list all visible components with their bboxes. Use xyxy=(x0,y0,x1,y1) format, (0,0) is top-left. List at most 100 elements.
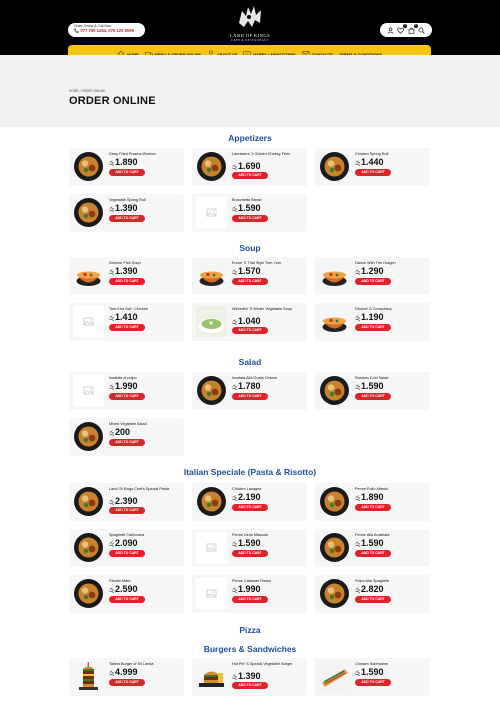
product-name[interactable]: Mixed Vegitable Salad xyxy=(109,422,182,426)
add-to-cart-button[interactable]: ADD TO CART xyxy=(232,215,268,222)
product-card[interactable]: Insalata di polpo රු1.990 ADD TO CART xyxy=(69,372,184,410)
product-card[interactable]: Deep Fried Prawns Wonton රු1.890 ADD TO CA… xyxy=(69,148,184,186)
product-name[interactable]: Chicken Spring Roll xyxy=(355,152,428,156)
product-card[interactable]: Winterfell' S Winter Vegetable Soup රු1.0… xyxy=(192,303,307,341)
product-name[interactable]: Spaghetti Carbonara xyxy=(109,533,182,537)
phone-numbers[interactable]: 📞 077 790 1264, 070 120 9099 xyxy=(74,28,139,34)
product-image[interactable] xyxy=(195,531,227,564)
product-card[interactable]: Penne Calamari Rosso රු1.990 ADD TO CART xyxy=(192,575,307,613)
product-name[interactable]: Dhorne' S Conspiracy xyxy=(355,307,428,311)
product-image[interactable] xyxy=(318,374,350,407)
product-name[interactable]: Russian Cold Salad xyxy=(355,376,428,380)
product-card[interactable]: Bruschetta Bread රු1.590 ADD TO CART xyxy=(192,194,307,232)
add-to-cart-button[interactable]: ADD TO CART xyxy=(232,596,268,603)
product-name[interactable]: Risotto Mare xyxy=(109,579,182,583)
product-name[interactable]: Tallest Burger of Sri Lanka xyxy=(109,662,182,666)
product-name[interactable]: Penne Alla Arrabiata xyxy=(355,533,428,537)
product-name[interactable]: Polpo Alla Spaghetti xyxy=(355,579,428,583)
product-image[interactable] xyxy=(318,150,350,183)
product-image[interactable] xyxy=(72,196,104,229)
product-name[interactable]: Insalata di polpo xyxy=(109,376,182,380)
product-name[interactable]: Deep Fried Prawns Wonton xyxy=(109,152,182,156)
product-name[interactable]: Tom Kha Gai~ Chicken xyxy=(109,307,182,311)
product-image[interactable] xyxy=(72,420,104,453)
add-to-cart-button[interactable]: ADD TO CART xyxy=(109,215,145,222)
add-to-cart-button[interactable]: ADD TO CART xyxy=(109,439,145,446)
add-to-cart-button[interactable]: ADD TO CART xyxy=(355,550,391,557)
add-to-cart-button[interactable]: ADD TO CART xyxy=(109,550,145,557)
product-name[interactable]: Penne Pollo Alfredo xyxy=(355,487,428,491)
add-to-cart-button[interactable]: ADD TO CART xyxy=(232,550,268,557)
product-name[interactable]: Hot Pie' S Special Vegetable Burger xyxy=(232,662,305,666)
add-to-cart-button[interactable]: ADD TO CART xyxy=(355,324,391,331)
product-image[interactable] xyxy=(195,374,227,407)
product-card[interactable]: Russian Cold Salad රු1.590 ADD TO CART xyxy=(315,372,430,410)
add-to-cart-button[interactable]: ADD TO CART xyxy=(232,327,268,334)
product-card[interactable]: Lannisters' 3 Golden Cheesy Fries රු1.690… xyxy=(192,148,307,186)
product-image[interactable] xyxy=(195,150,227,183)
product-image[interactable] xyxy=(318,485,350,518)
add-to-cart-button[interactable]: ADD TO CART xyxy=(109,278,145,285)
product-image[interactable] xyxy=(318,259,350,292)
add-to-cart-button[interactable]: ADD TO CART xyxy=(232,504,268,511)
product-card[interactable]: Polpo Alla Spaghetti රු2.820 ADD TO CART xyxy=(315,575,430,613)
product-name[interactable]: Land Of Kings Chef's Special Pasta xyxy=(109,487,182,491)
product-card[interactable]: Gimmor Fish Soup රු1.390 ADD TO CART xyxy=(69,257,184,295)
order-contact-pill[interactable]: Order Online & Call Now 📞 077 790 1264, … xyxy=(68,23,145,37)
product-image[interactable] xyxy=(72,150,104,183)
product-image[interactable] xyxy=(318,305,350,338)
product-name[interactable]: Vegetable Spring Roll xyxy=(109,198,182,202)
add-to-cart-button[interactable]: ADD TO CART xyxy=(109,679,145,686)
product-card[interactable]: Tallest Burger of Sri Lanka රු4.999 ADD TO… xyxy=(69,658,184,696)
product-name[interactable]: Winterfell' S Winter Vegetable Soup xyxy=(232,307,305,311)
product-image[interactable] xyxy=(195,305,227,338)
product-name[interactable]: Euron' S Thai Style Tom Yum xyxy=(232,261,305,265)
product-card[interactable]: Penne Alla Arrabiata රු1.590 ADD TO CART xyxy=(315,529,430,567)
product-name[interactable]: Lannisters' 3 Golden Cheesy Fries xyxy=(232,152,305,156)
product-card[interactable]: Hot Pie' S Special Vegetable Burger රු1.3… xyxy=(192,658,307,696)
product-card[interactable]: Euron' S Thai Style Tom Yum රු1.570 ADD TO… xyxy=(192,257,307,295)
product-card[interactable]: Vegetable Spring Roll රු1.390 ADD TO CART xyxy=(69,194,184,232)
product-card[interactable]: Risotto Mare රු2.590 ADD TO CART xyxy=(69,575,184,613)
add-to-cart-button[interactable]: ADD TO CART xyxy=(232,172,268,179)
product-image[interactable] xyxy=(318,660,350,693)
add-to-cart-button[interactable]: ADD TO CART xyxy=(355,504,391,511)
product-card[interactable]: Insalata Alla Gusta Cesare රු1.780 ADD TO … xyxy=(192,372,307,410)
add-to-cart-button[interactable]: ADD TO CART xyxy=(355,169,391,176)
product-image[interactable] xyxy=(195,196,227,229)
product-card[interactable]: Chicken Submarine රු1.590 ADD TO CART xyxy=(315,658,430,696)
add-to-cart-button[interactable]: ADD TO CART xyxy=(109,324,145,331)
product-image[interactable] xyxy=(72,374,104,407)
product-image[interactable] xyxy=(72,577,104,610)
product-name[interactable]: Gimmor Fish Soup xyxy=(109,261,182,265)
product-image[interactable] xyxy=(318,531,350,564)
product-card[interactable]: Spaghetti Carbonara රු2.090 ADD TO CART xyxy=(69,529,184,567)
product-image[interactable] xyxy=(318,577,350,610)
product-name[interactable]: Bruschetta Bread xyxy=(232,198,305,202)
product-card[interactable]: Penne Pollo Alfredo රු1.890 ADD TO CART xyxy=(315,483,430,521)
product-card[interactable]: Dance With The Dragon රු1.290 ADD TO CART xyxy=(315,257,430,295)
product-image[interactable] xyxy=(72,531,104,564)
product-card[interactable]: Chicken Lasagna රු2.190 ADD TO CART xyxy=(192,483,307,521)
add-to-cart-button[interactable]: ADD TO CART xyxy=(355,679,391,686)
cart-icon[interactable]: 0 xyxy=(408,23,418,34)
product-image[interactable] xyxy=(195,577,227,610)
product-name[interactable]: Penne Della Mascola xyxy=(232,533,305,537)
product-card[interactable]: Dhorne' S Conspiracy රු1.190 ADD TO CART xyxy=(315,303,430,341)
add-to-cart-button[interactable]: ADD TO CART xyxy=(355,278,391,285)
product-name[interactable]: Insalata Alla Gusta Cesare xyxy=(232,376,305,380)
product-card[interactable]: Mixed Vegitable Salad රු200 ADD TO CART xyxy=(69,418,184,456)
product-image[interactable] xyxy=(72,660,104,693)
product-image[interactable] xyxy=(72,305,104,338)
product-name[interactable]: Penne Calamari Rosso xyxy=(232,579,305,583)
user-icon[interactable] xyxy=(387,26,394,34)
add-to-cart-button[interactable]: ADD TO CART xyxy=(109,393,145,400)
product-image[interactable] xyxy=(72,485,104,518)
breadcrumb[interactable]: HOME / ORDER ONLINE xyxy=(69,89,105,93)
search-icon[interactable] xyxy=(418,26,425,34)
add-to-cart-button[interactable]: ADD TO CART xyxy=(109,596,145,603)
heart-icon[interactable]: 0 xyxy=(397,23,408,34)
product-image[interactable] xyxy=(195,259,227,292)
add-to-cart-button[interactable]: ADD TO CART xyxy=(232,278,268,285)
product-image[interactable] xyxy=(195,485,227,518)
